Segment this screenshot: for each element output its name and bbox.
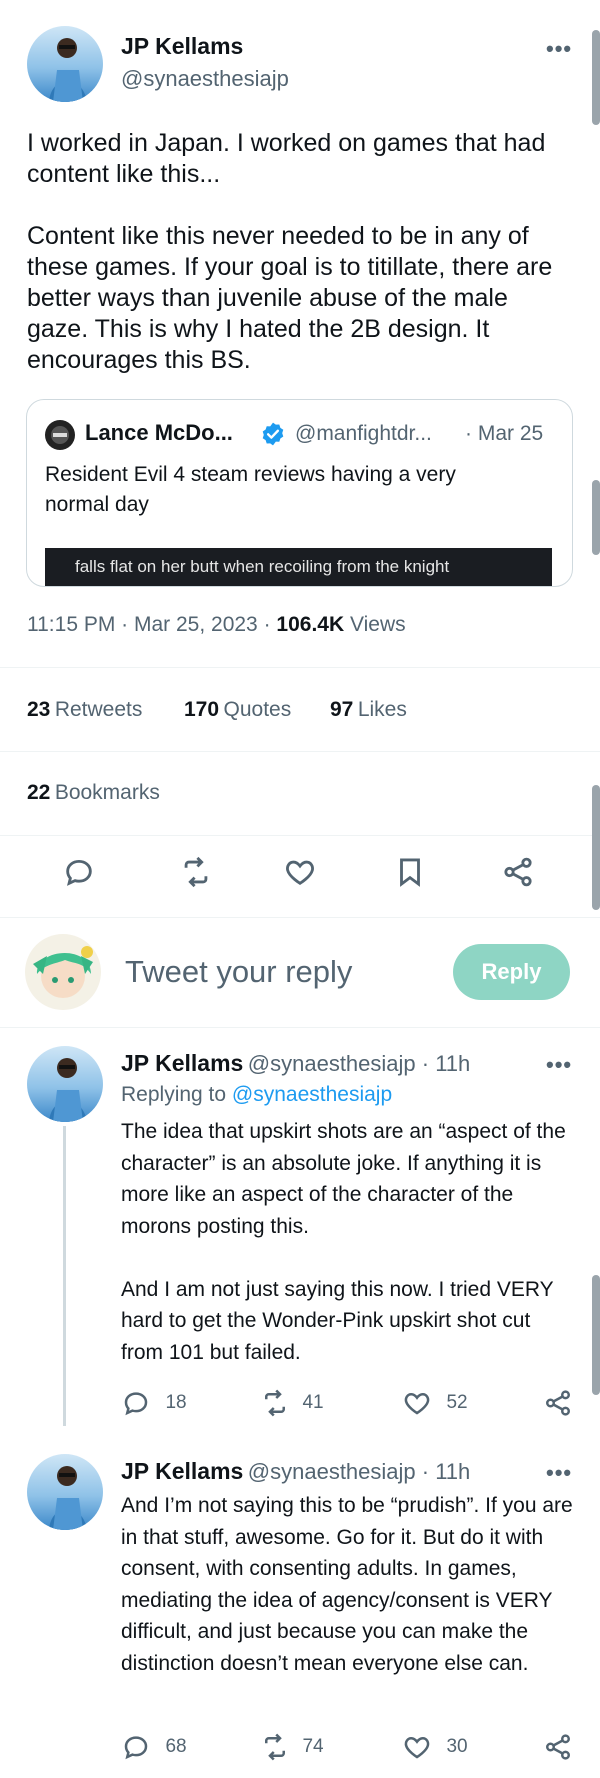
author-handle[interactable]: @synaesthesiajp <box>121 66 289 92</box>
divider <box>0 667 600 668</box>
retweet-icon <box>260 1732 290 1762</box>
quote-date: · Mar 25 <box>465 422 544 445</box>
divider <box>0 751 600 752</box>
reply-count: 18 <box>165 1392 187 1413</box>
retweet-count: 41 <box>302 1392 324 1413</box>
scrollbar-thumb[interactable] <box>592 30 600 125</box>
like-action[interactable]: 30 <box>402 1732 468 1762</box>
quote-text: Resident Evil 4 steam reviews having a v… <box>45 463 456 516</box>
retweet-action[interactable]: 74 <box>260 1732 324 1762</box>
reply-icon <box>121 1388 151 1418</box>
like-icon <box>402 1388 432 1418</box>
like-icon[interactable] <box>283 855 317 889</box>
replying-to: Replying to @synaesthesiajp <box>121 1083 392 1107</box>
verified-badge-icon <box>260 421 286 447</box>
reply-author-name[interactable]: JP Kellams <box>121 1050 243 1076</box>
replying-to-label: Replying to <box>121 1083 227 1106</box>
quotes-stat[interactable]: 170 Quotes <box>184 698 291 722</box>
like-count: 30 <box>446 1736 468 1757</box>
divider <box>0 835 600 836</box>
share-icon[interactable] <box>501 855 535 889</box>
divider <box>0 917 600 918</box>
like-icon <box>402 1732 432 1762</box>
retweet-icon <box>260 1388 290 1418</box>
reply-text: The idea that upskirt shots are an “aspe… <box>121 1120 566 1364</box>
likes-stat[interactable]: 97 Likes <box>330 698 407 722</box>
reply-handle-time[interactable]: @synaesthesiajp · 11h <box>248 1051 471 1076</box>
bookmark-icon[interactable] <box>393 855 427 889</box>
reply-input[interactable]: Tweet your reply <box>125 954 352 990</box>
likes-count: 97 <box>330 698 354 721</box>
reply-header: JP Kellams @synaesthesiajp · 11h <box>121 1050 470 1077</box>
reply-button[interactable]: Reply <box>453 944 570 1000</box>
retweet-icon[interactable] <box>179 855 213 889</box>
user-avatar[interactable] <box>25 934 101 1010</box>
quote-author-name: Lance McDo... <box>85 420 233 445</box>
retweet-action[interactable]: 41 <box>260 1388 324 1418</box>
reply-action[interactable]: 68 <box>121 1732 187 1762</box>
reply-count: 68 <box>165 1736 187 1757</box>
bookmarks-count: 22 <box>27 781 51 804</box>
quote-media-caption: falls flat on her butt when recoiling fr… <box>75 557 450 576</box>
reply-action[interactable]: 18 <box>121 1388 187 1418</box>
quote-tweet-card[interactable]: Lance McDo... @manfightdr... · Mar 25 Re… <box>26 399 573 587</box>
scrollbar-thumb[interactable] <box>592 1275 600 1395</box>
more-options-icon[interactable]: ••• <box>546 1460 572 1486</box>
reply-icon <box>121 1732 151 1762</box>
more-options-icon[interactable]: ••• <box>546 36 572 62</box>
quote-media[interactable]: falls flat on her butt when recoiling fr… <box>45 548 552 586</box>
share-icon[interactable] <box>543 1732 573 1762</box>
reply-avatar[interactable] <box>27 1046 103 1122</box>
reply-icon[interactable] <box>62 855 96 889</box>
author-name[interactable]: JP Kellams <box>121 33 243 60</box>
views-count: 106.4K <box>276 613 345 636</box>
retweets-label: Retweets <box>54 698 143 721</box>
more-options-icon[interactable]: ••• <box>546 1052 572 1078</box>
reply-avatar[interactable] <box>27 1454 103 1530</box>
retweet-count: 74 <box>302 1736 324 1757</box>
retweets-stat[interactable]: 23 Retweets <box>27 698 142 722</box>
share-icon[interactable] <box>543 1388 573 1418</box>
author-avatar[interactable] <box>27 26 103 102</box>
like-action[interactable]: 52 <box>402 1388 468 1418</box>
views-label: Views <box>349 613 406 636</box>
bookmarks-stat[interactable]: 22 Bookmarks <box>27 781 160 805</box>
bookmarks-label: Bookmarks <box>54 781 160 804</box>
like-count: 52 <box>446 1392 468 1413</box>
quote-avatar <box>45 420 75 450</box>
divider <box>0 1027 600 1028</box>
quote-author-handle: @manfightdr... <box>295 422 432 445</box>
tweet-text: I worked in Japan. I worked on games tha… <box>27 129 553 374</box>
quotes-label: Quotes <box>223 698 292 721</box>
likes-label: Likes <box>357 698 407 721</box>
reply-header: JP Kellams @synaesthesiajp · 11h <box>121 1458 470 1485</box>
reply-text: And I’m not saying this to be “prudish”.… <box>121 1494 573 1675</box>
scrollbar-thumb[interactable] <box>592 785 600 910</box>
retweets-count: 23 <box>27 698 51 721</box>
thread-line <box>63 1126 66 1426</box>
replying-to-handle[interactable]: @synaesthesiajp <box>232 1083 392 1106</box>
quotes-count: 170 <box>184 698 220 721</box>
scrollbar-thumb[interactable] <box>592 480 600 555</box>
tweet-meta: 11:15 PM · Mar 25, 2023 · 106.4K Views <box>27 613 406 637</box>
reply-handle-time[interactable]: @synaesthesiajp · 11h <box>248 1459 471 1484</box>
reply-author-name[interactable]: JP Kellams <box>121 1458 243 1484</box>
tweet-timestamp[interactable]: 11:15 PM · Mar 25, 2023 · <box>27 613 271 636</box>
